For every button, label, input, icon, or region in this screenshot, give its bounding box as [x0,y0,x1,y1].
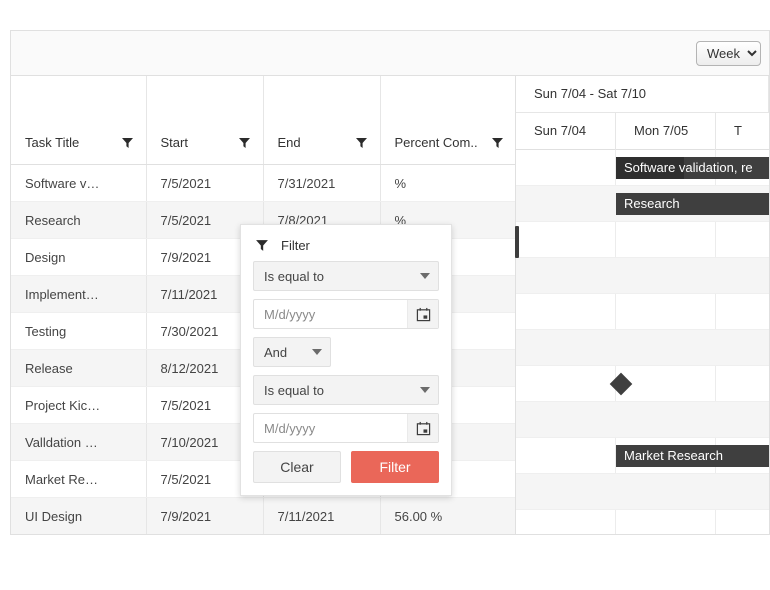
gantt-bar-research[interactable]: Research [616,193,769,215]
cell-task-title: Software v… [11,164,147,202]
cell-task-title: Release [11,349,147,387]
column-header-percent-complete[interactable]: Percent Com.. [380,76,515,165]
splitter-handle[interactable] [515,226,519,258]
filter-icon [255,238,269,252]
filter-operator-2-dropdown[interactable]: Is equal to [253,375,439,405]
cell-percent: % [380,164,515,202]
cell-task-title: Market Re… [11,460,147,498]
filter-icon[interactable] [355,136,368,149]
table-row[interactable]: Software v… 7/5/2021 7/31/2021 % [11,164,515,202]
gantt-milestone-project-kickoff[interactable] [609,372,633,396]
grid-header-row: Task Title Start End Percent Com.. [11,76,515,165]
filter-value-1-input[interactable]: M/d/yyyy [253,299,439,329]
timeline-header: Sun 7/04 - Sat 7/10 Sun 7/04 Mon 7/05 T [516,76,769,150]
clear-button[interactable]: Clear [253,451,341,483]
timeline-day-cell: Mon 7/05 [616,113,716,150]
filter-dialog-buttons: Clear Filter [253,451,439,483]
column-header-label: End [277,135,301,150]
gantt-bar-software-validation[interactable]: Software validation, re [616,157,769,179]
gantt-row[interactable] [516,330,769,366]
filter-value-2-placeholder: M/d/yyyy [264,420,316,436]
timeline-week-row: Sun 7/04 - Sat 7/10 [516,76,769,113]
cell-start: 7/9/2021 [146,497,264,534]
cell-start: 7/11/2021 [146,535,263,536]
column-header-start[interactable]: Start [146,76,264,165]
cell-end: 7/31/2021 [263,164,381,202]
cell-task-title: HTML Dev… [11,535,146,536]
cell-task-title: Research [11,201,147,239]
filter-operator-1-dropdown[interactable]: Is equal to [253,261,439,291]
gantt-row[interactable] [516,474,769,510]
chevron-down-icon [420,387,430,393]
cell-end: 7/14/2021 [263,535,380,536]
chevron-down-icon [312,349,322,355]
gantt-bar-label: Market Research [624,448,723,463]
column-header-task-title[interactable]: Task Title [11,76,147,165]
filter-value-2-input[interactable]: M/d/yyyy [253,413,439,443]
cell-start: 7/5/2021 [146,164,264,202]
column-header-label: Percent Com.. [394,135,478,150]
filter-icon[interactable] [491,136,504,149]
filter-logic-value: And [264,344,288,360]
split-container: Task Title Start End Percent Com.. Softw… [11,76,769,536]
filter-icon[interactable] [121,136,134,149]
timeline-day-row: Sun 7/04 Mon 7/05 T [516,113,769,150]
cell-percent: 24.00 % [380,535,516,536]
calendar-icon[interactable] [407,414,438,442]
calendar-icon[interactable] [407,300,438,328]
column-header-label: Task Title [25,135,80,150]
gantt-row[interactable] [516,366,769,402]
cell-task-title: Testing [11,312,147,350]
filter-button[interactable]: Filter [351,451,439,483]
gantt-row[interactable]: Research [516,186,769,222]
filter-dialog-title-label: Filter [281,237,310,253]
timeline-day-cell: T [716,113,769,150]
gantt-app: Week Task Title Start End Percent Com.. … [10,30,770,535]
filter-icon[interactable] [238,136,251,149]
table-row[interactable]: UI Design 7/9/2021 7/11/2021 56.00 % [11,497,515,534]
cell-task-title: Implement… [11,275,147,313]
cell-end: 7/11/2021 [263,497,381,534]
gantt-rows: Software validation, re Research Market … [516,150,769,534]
cell-percent: 56.00 % [380,497,515,534]
chevron-down-icon [420,273,430,279]
gantt-row[interactable] [516,222,769,258]
cell-task-title: Valldation … [11,423,147,461]
gantt-row[interactable]: Market Research [516,438,769,474]
column-header-end[interactable]: End [263,76,381,165]
gantt-row[interactable] [516,402,769,438]
gantt-bar-label: Software validation, re [624,160,753,175]
filter-operator-2-value: Is equal to [264,382,324,398]
filter-dialog-title: Filter [253,229,439,261]
cell-task-title: Project Kic… [11,386,147,424]
timeline-week-label: Sun 7/04 - Sat 7/10 [516,76,769,112]
cell-task-title: UI Design [11,497,147,534]
table-row[interactable]: HTML Dev… 7/11/2021 7/14/2021 24.00 % [11,535,516,536]
toolbar: Week [11,31,769,76]
gantt-row[interactable] [516,294,769,330]
filter-dialog: Filter Is equal to M/d/yyyy And Is equal… [240,224,452,496]
gantt-row[interactable]: Software validation, re [516,150,769,186]
cell-task-title: Design [11,238,147,276]
view-mode-select[interactable]: Week [696,41,761,66]
timeline-day-cell: Sun 7/04 [516,113,616,150]
filter-logic-dropdown[interactable]: And [253,337,331,367]
gantt-bar-market-research[interactable]: Market Research [616,445,769,467]
gantt-chart-pane: Sun 7/04 - Sat 7/10 Sun 7/04 Mon 7/05 T … [516,76,769,534]
filter-value-1-placeholder: M/d/yyyy [264,306,316,322]
gantt-row[interactable] [516,510,769,534]
gantt-bar-label: Research [624,196,680,211]
column-header-label: Start [160,135,188,150]
gantt-row[interactable] [516,258,769,294]
filter-operator-1-value: Is equal to [264,268,324,284]
